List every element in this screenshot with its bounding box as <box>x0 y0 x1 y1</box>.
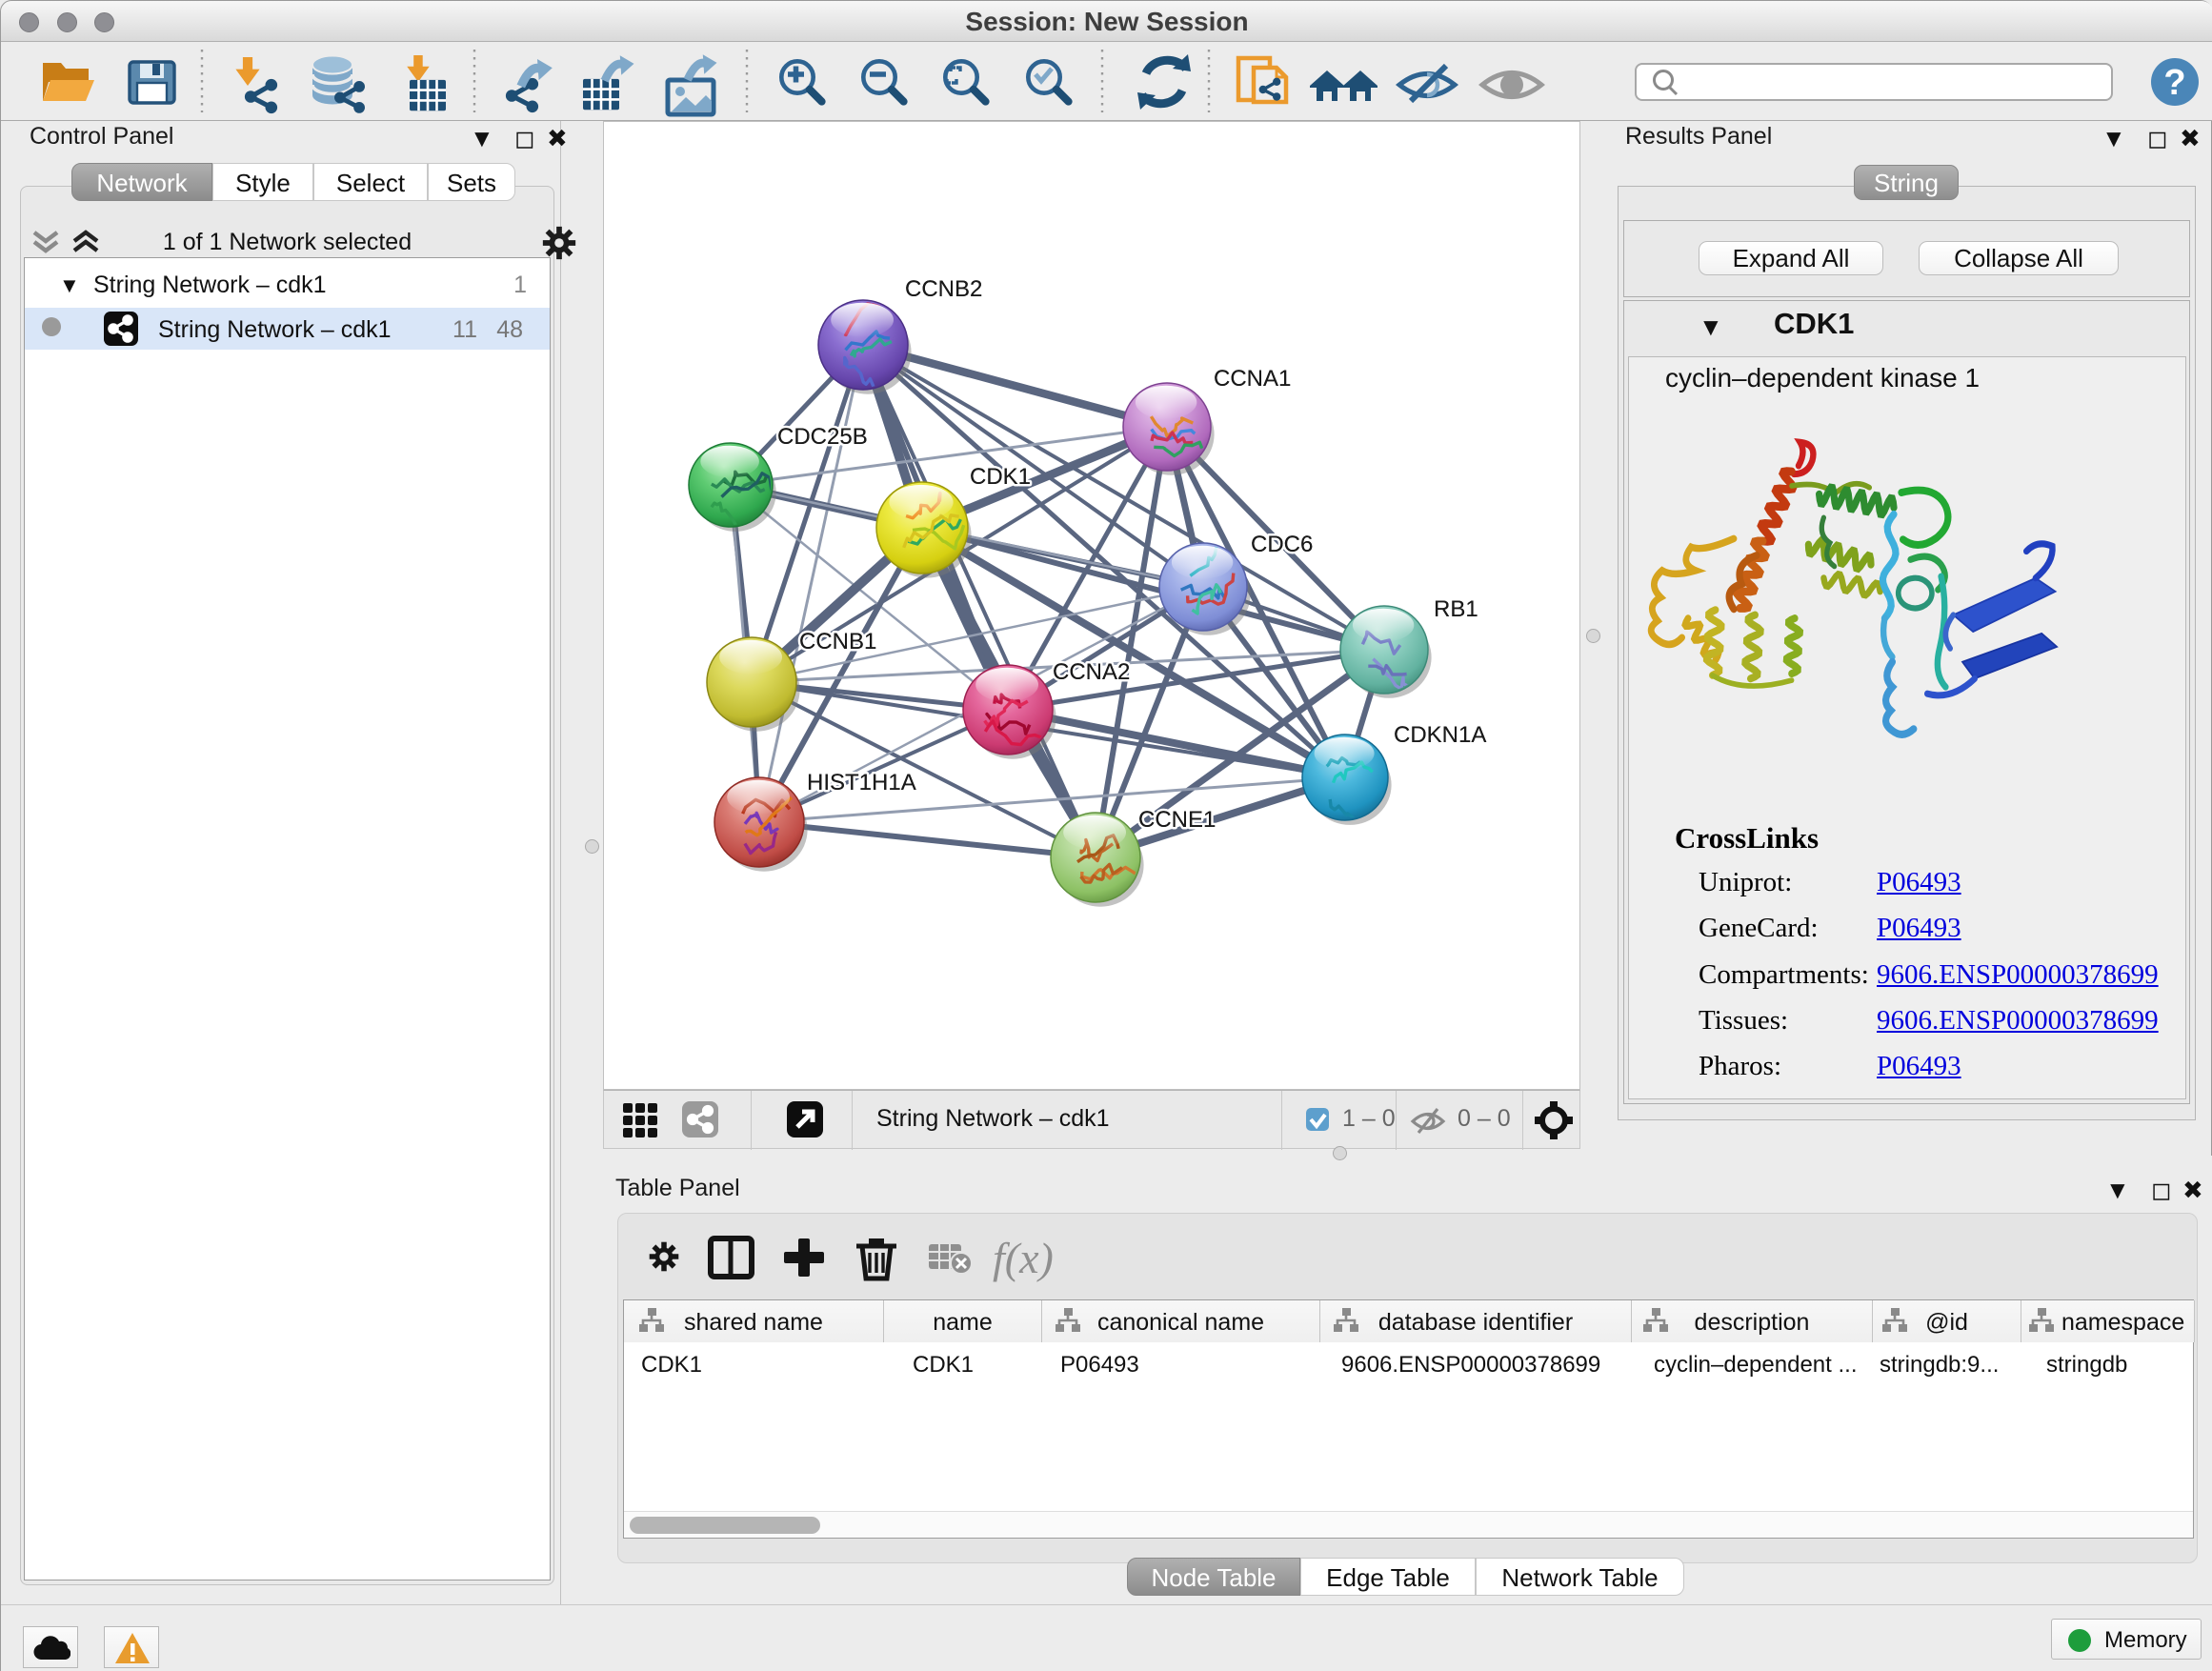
svg-text:?: ? <box>2163 63 2185 103</box>
svg-text:RB1: RB1 <box>1434 596 1478 622</box>
svg-text:CDC6: CDC6 <box>1251 532 1313 557</box>
svg-text:CDK1: CDK1 <box>970 464 1031 490</box>
svg-text:CDC25B: CDC25B <box>777 424 868 450</box>
svg-text:CDKN1A: CDKN1A <box>1394 722 1486 748</box>
svg-text:CCNB2: CCNB2 <box>905 276 982 302</box>
svg-text:CCNB1: CCNB1 <box>799 629 876 654</box>
svg-text:CCNA2: CCNA2 <box>1053 659 1130 685</box>
svg-text:CCNE1: CCNE1 <box>1138 807 1216 833</box>
svg-text:f(x): f(x) <box>993 1234 1054 1282</box>
svg-text:CCNA1: CCNA1 <box>1214 366 1291 392</box>
svg-text:HIST1H1A: HIST1H1A <box>807 770 916 795</box>
